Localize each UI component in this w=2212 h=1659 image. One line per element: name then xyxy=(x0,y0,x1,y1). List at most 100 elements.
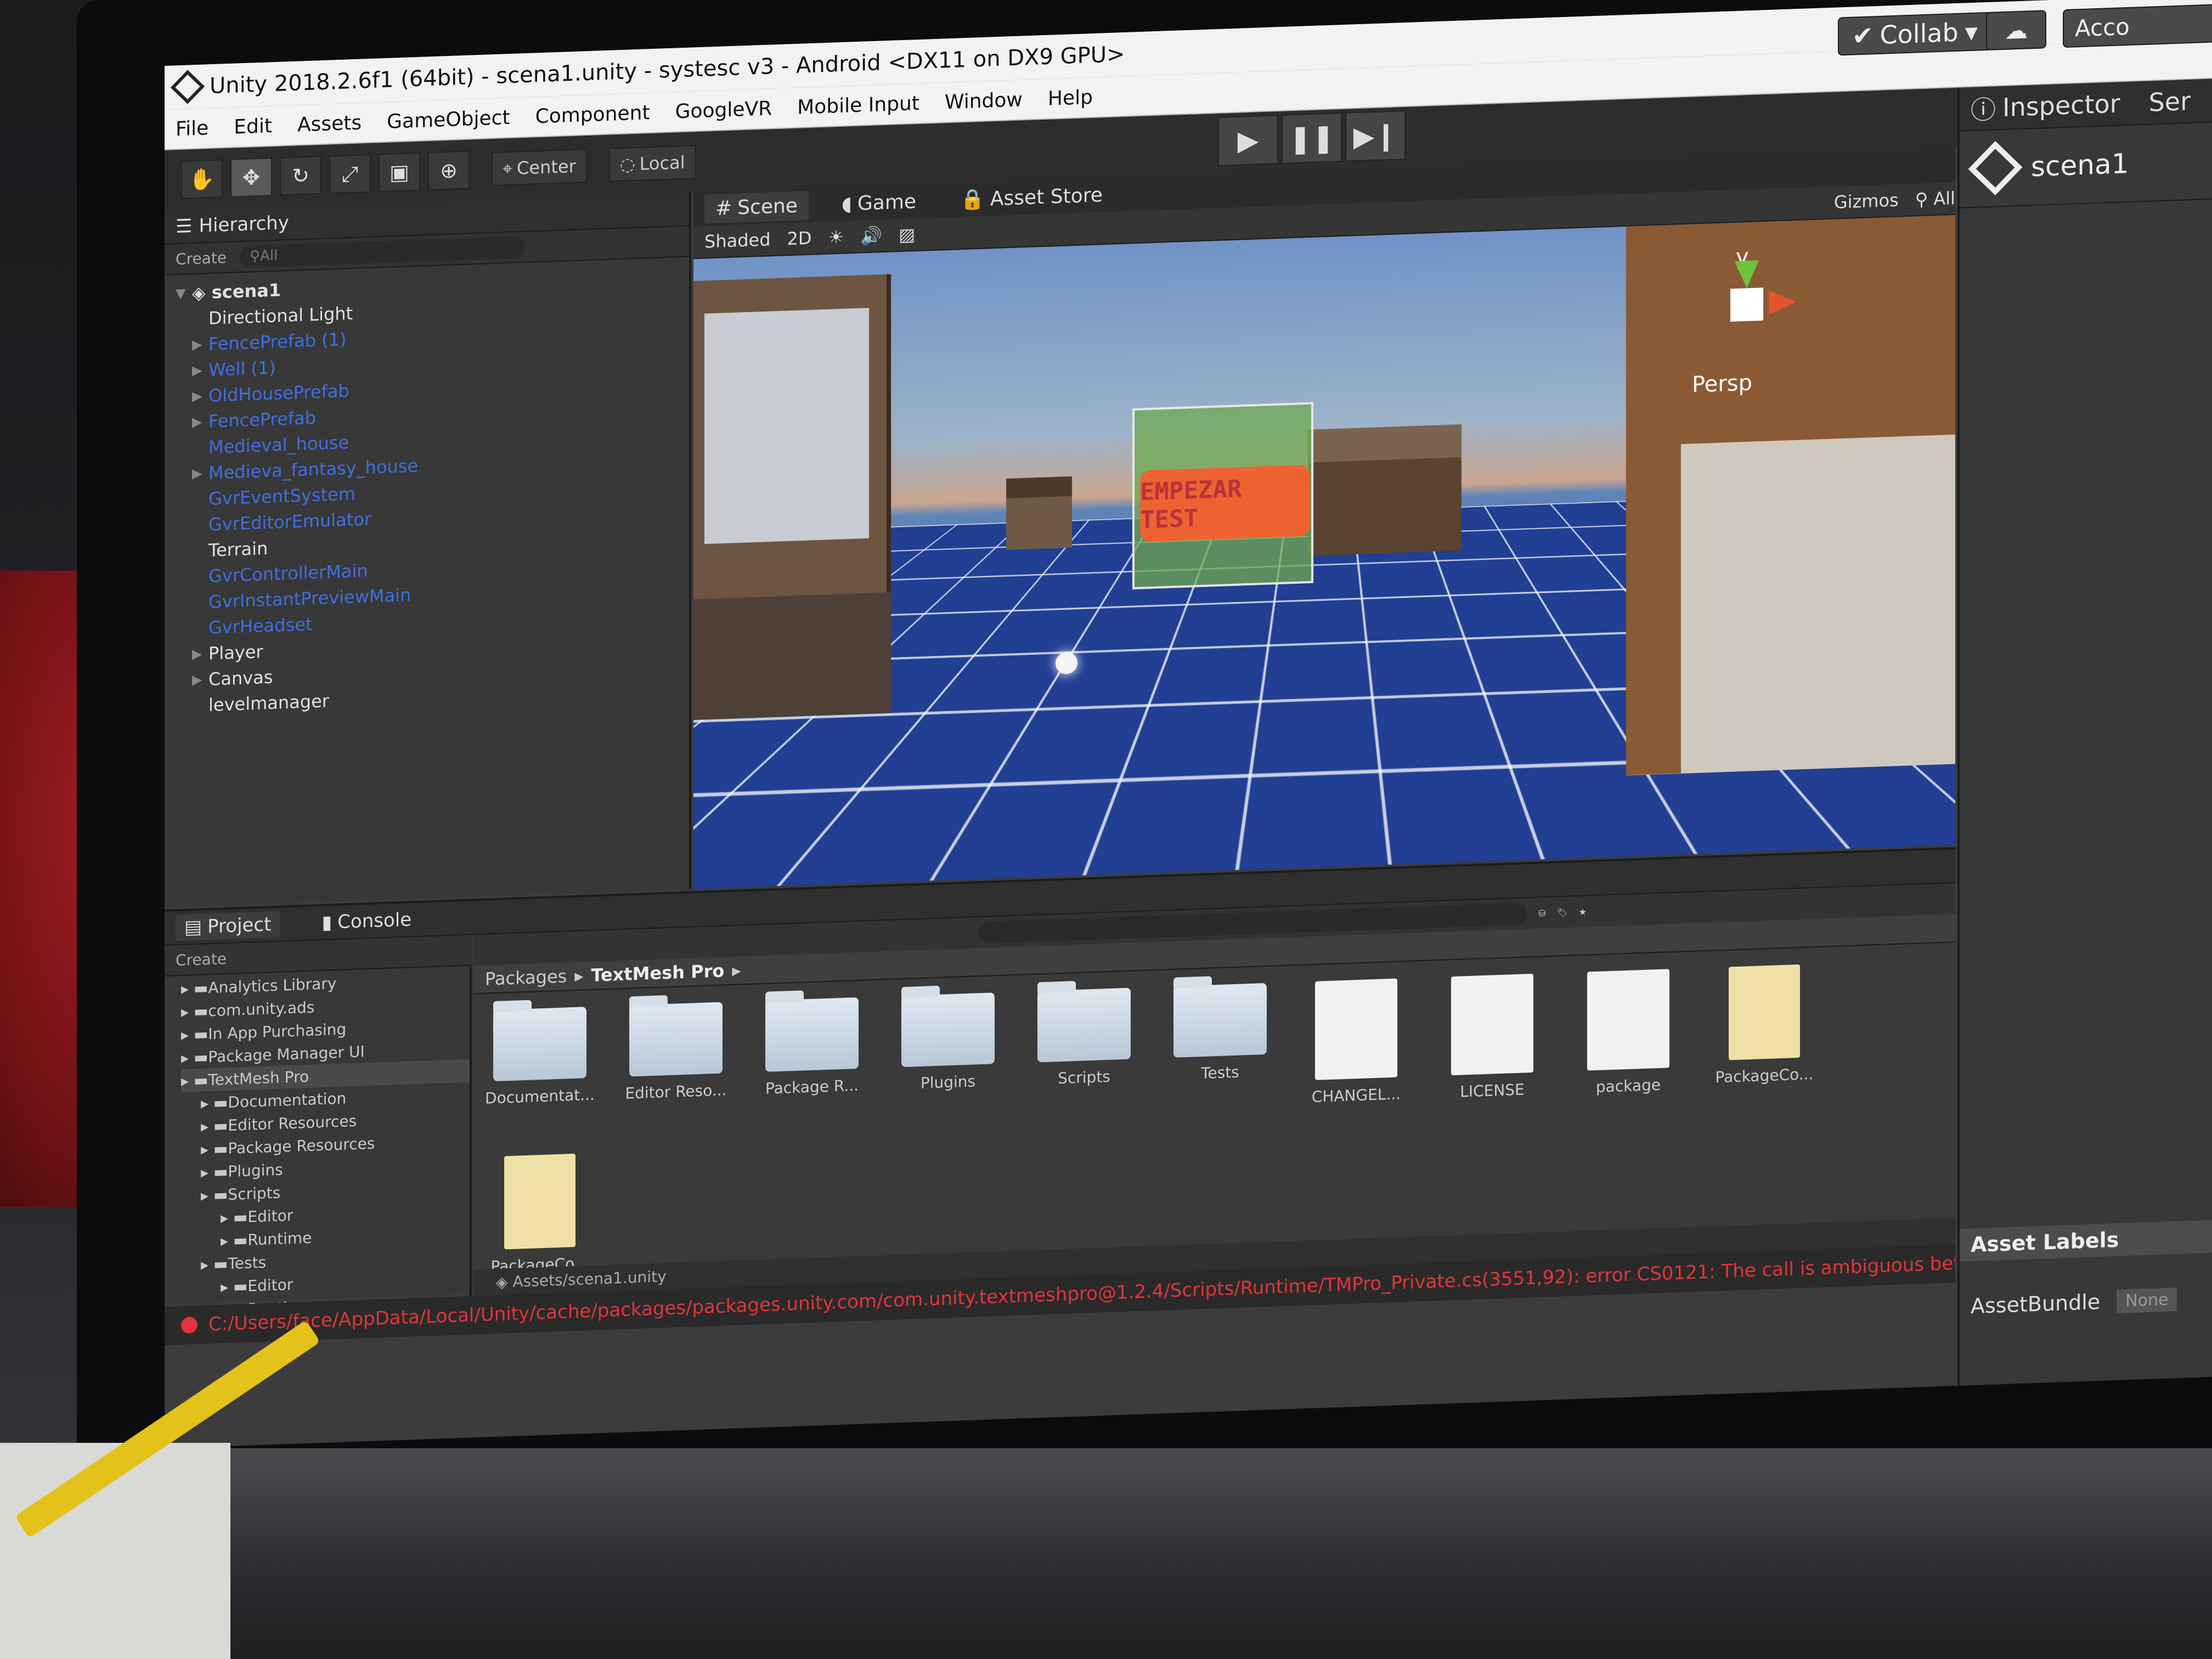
expand-arrow-icon[interactable]: ▶ xyxy=(192,388,208,404)
medieval-house[interactable] xyxy=(693,274,891,720)
pacman-icon: ◖ xyxy=(841,192,852,216)
asset-item[interactable]: Documentat... xyxy=(485,1007,595,1135)
tab-project-label: Project xyxy=(207,913,272,938)
tab-console-label: Console xyxy=(337,909,412,933)
project-tree-label: Plugins xyxy=(228,1160,283,1181)
expand-arrow-icon[interactable]: ▶ xyxy=(192,672,208,687)
expand-arrow-icon xyxy=(192,524,208,525)
project-create-button[interactable]: Create xyxy=(176,950,227,969)
collab-button[interactable]: ✔ Collab ▾ xyxy=(1838,12,1992,56)
asset-labels-header[interactable]: Asset Labels xyxy=(1960,1220,2212,1262)
menu-help[interactable]: Help xyxy=(1048,86,1093,110)
menu-edit[interactable]: Edit xyxy=(234,115,272,138)
move-tool-button[interactable]: ✥ xyxy=(230,157,272,198)
folder-icon xyxy=(629,1002,723,1077)
scene-viewport[interactable]: EMPEZAR TEST y Persp xyxy=(693,215,1955,889)
asset-item[interactable]: Package R... xyxy=(757,997,867,1125)
expand-arrow-icon[interactable]: ▼ xyxy=(176,285,192,301)
audio-icon[interactable]: 🔊 xyxy=(860,225,882,246)
pause-button[interactable]: ❚❚ xyxy=(1282,112,1342,164)
lighting-icon[interactable]: ☀ xyxy=(828,227,844,248)
asset-item[interactable]: Editor Reso... xyxy=(621,1002,731,1130)
projection-label[interactable]: Persp xyxy=(1692,370,1752,398)
scene-file-icon: ◈ xyxy=(496,1272,513,1291)
menu-component[interactable]: Component xyxy=(535,101,650,128)
menu-googlevr[interactable]: GoogleVR xyxy=(675,97,772,123)
menu-window[interactable]: Window xyxy=(945,88,1023,114)
y-axis-cone-icon[interactable] xyxy=(1735,260,1759,289)
gizmo-cube-icon[interactable] xyxy=(1730,287,1763,322)
menu-gameobject[interactable]: GameObject xyxy=(387,106,510,133)
hand-tool-button[interactable]: ✋ xyxy=(181,159,223,199)
menu-file[interactable]: File xyxy=(176,117,208,140)
filter-type-icon[interactable]: ⛁ xyxy=(1538,908,1545,918)
scene-search-input[interactable]: ⚲ All xyxy=(1915,188,1955,210)
well-model[interactable] xyxy=(1006,476,1072,550)
play-button[interactable]: ▶ xyxy=(1218,115,1278,166)
shading-dropdown[interactable]: Shaded xyxy=(704,229,771,252)
rotate-tool-button[interactable]: ↻ xyxy=(280,156,321,196)
project-tree-label: Editor xyxy=(247,1275,294,1295)
house-stone-base xyxy=(693,592,891,720)
tab-game[interactable]: ◖ Game xyxy=(831,187,927,219)
expand-arrow-icon[interactable]: ▶ xyxy=(192,336,208,352)
hierarchy-create-button[interactable]: Create xyxy=(176,249,227,268)
favorite-star-icon[interactable]: ★ xyxy=(1579,906,1587,917)
step-button[interactable]: ▶❙ xyxy=(1345,110,1406,162)
effects-icon[interactable]: ▨ xyxy=(899,224,915,245)
asset-item[interactable]: package xyxy=(1573,968,1683,1097)
gizmos-dropdown[interactable]: Gizmos xyxy=(1834,190,1899,213)
package-file-icon xyxy=(1729,964,1800,1060)
expand-arrow-icon[interactable]: ▶ xyxy=(192,414,208,430)
menu-assets[interactable]: Assets xyxy=(297,111,362,136)
x-axis-cone-icon[interactable] xyxy=(1769,290,1796,315)
pivot-toggle[interactable]: ⌖ Center xyxy=(492,149,587,187)
asset-item[interactable]: PackageCo... xyxy=(1709,964,1819,1092)
tab-project[interactable]: ▤ Project xyxy=(176,911,280,941)
space-toggle[interactable]: ◌ Local xyxy=(608,145,696,182)
asset-item[interactable]: Plugins xyxy=(893,992,1003,1121)
asset-item[interactable]: CHANGEL... xyxy=(1301,978,1411,1107)
tab-asset-store[interactable]: 🔒 Asset Store xyxy=(949,180,1114,215)
empezar-test-button[interactable]: EMPEZAR TEST xyxy=(1140,465,1310,542)
asset-label: Documentat... xyxy=(485,1085,595,1108)
tab-game-label: Game xyxy=(857,190,917,215)
space-label: Local xyxy=(639,151,685,174)
tab-scene[interactable]: # Scene xyxy=(704,190,809,224)
cloud-button[interactable]: ☁ xyxy=(1986,10,2046,51)
tab-asset-store-label: Asset Store xyxy=(990,183,1103,210)
services-tab-label[interactable]: Ser xyxy=(2149,86,2191,117)
scene-panel: # Scene ◖ Game 🔒 Asset Store Shaded 2D ☀… xyxy=(693,148,1955,889)
breadcrumb-packages[interactable]: Packages xyxy=(485,966,567,989)
hierarchy-item-label: Player xyxy=(208,641,263,664)
hand-icon: ✋ xyxy=(189,166,215,191)
toggle-2d-button[interactable]: 2D xyxy=(787,228,812,250)
grid-icon: # xyxy=(715,196,732,220)
expand-arrow-icon[interactable]: ▶ xyxy=(192,465,208,481)
assetbundle-select[interactable]: None xyxy=(2117,1287,2177,1313)
ui-canvas-selection[interactable]: EMPEZAR TEST xyxy=(1132,402,1313,590)
expand-arrow-icon[interactable]: ▶ xyxy=(192,646,208,662)
menu-mobile-input[interactable]: Mobile Input xyxy=(797,92,919,119)
filter-label-icon[interactable]: 🏷 xyxy=(1556,907,1567,918)
rect-tool-button[interactable]: ▣ xyxy=(379,152,420,193)
old-house-model[interactable] xyxy=(1308,424,1462,556)
asset-item[interactable]: Scripts xyxy=(1029,988,1139,1116)
hierarchy-search-input[interactable]: ⚲ All xyxy=(240,236,526,268)
folder-icon xyxy=(765,997,859,1072)
expand-arrow-icon[interactable]: ▶ xyxy=(192,362,208,378)
scale-tool-button[interactable]: ⤢ xyxy=(329,154,371,194)
asset-item[interactable]: PackageCo... xyxy=(485,1153,595,1276)
transform-tool-button[interactable]: ⊕ xyxy=(428,150,470,191)
folder-icon xyxy=(493,1007,586,1082)
scene-orientation-gizmo[interactable]: y Persp xyxy=(1670,241,1835,400)
project-browser: ⛁ 🏷 ★ Packages ▸ TextMesh Pro ▸ Document… xyxy=(474,883,1955,1296)
asset-item[interactable]: Tests xyxy=(1165,983,1275,1111)
breadcrumb-textmesh-pro[interactable]: TextMesh Pro xyxy=(591,960,724,985)
tab-console[interactable]: ▮ Console xyxy=(313,906,420,936)
asset-item[interactable]: LICENSE xyxy=(1437,973,1547,1102)
error-icon xyxy=(181,1316,198,1334)
account-button[interactable]: Acco xyxy=(2063,3,2212,48)
unity-logo-icon xyxy=(170,70,205,104)
asset-label: Plugins xyxy=(920,1072,976,1092)
